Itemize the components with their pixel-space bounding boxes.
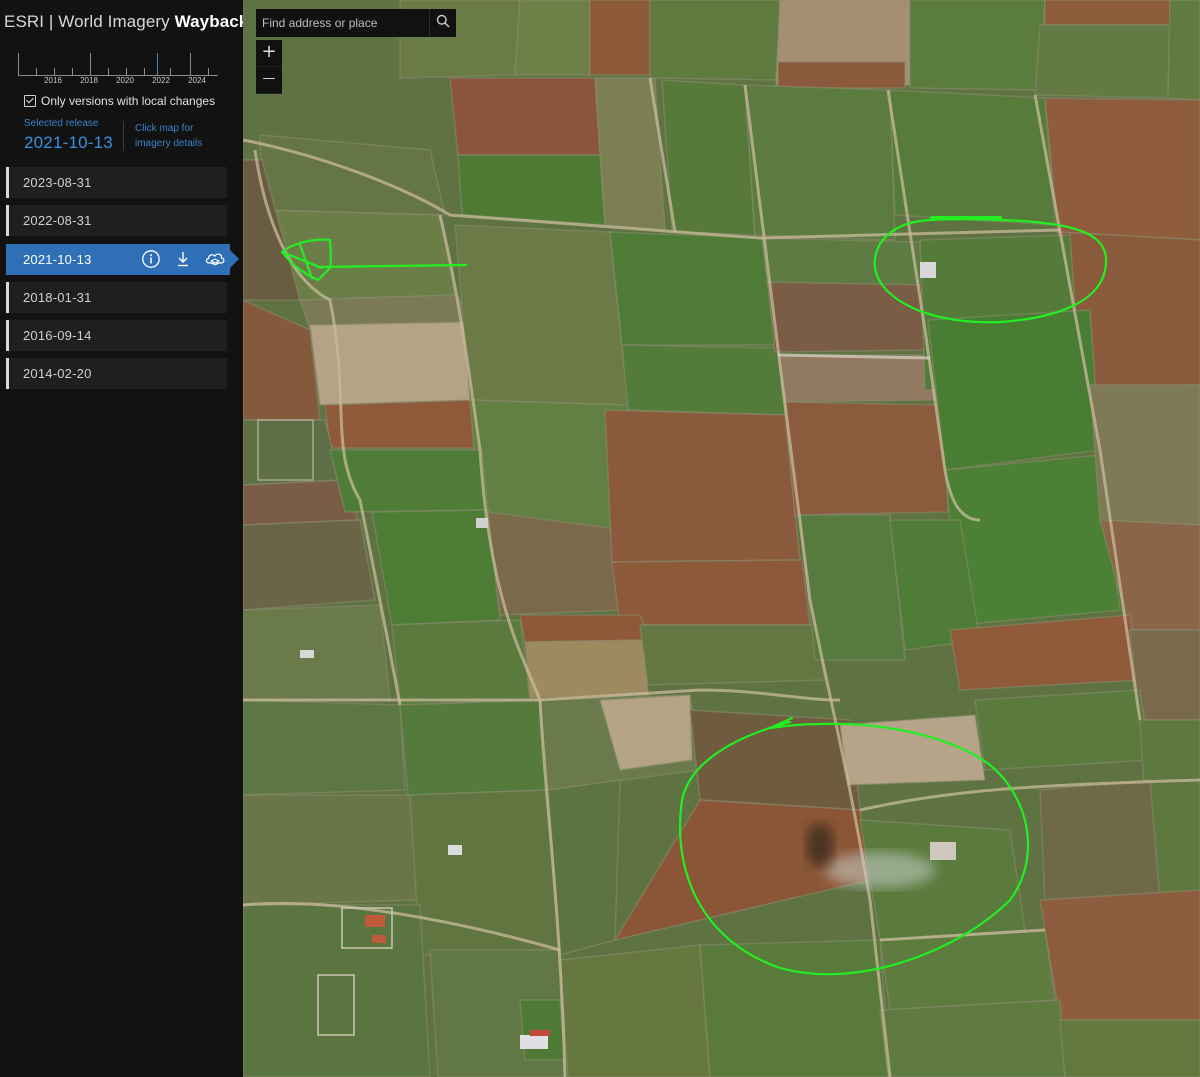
timeline-current-marker[interactable]: [157, 53, 158, 75]
release-timeline[interactable]: 2016 2018 2020 2022 2024: [18, 46, 220, 86]
search-button[interactable]: [429, 9, 456, 37]
divider: [123, 121, 124, 151]
info-icon[interactable]: [140, 248, 162, 270]
release-date: 2023-08-31: [23, 175, 92, 190]
timeline-tick: [126, 68, 127, 75]
timeline-tick: [90, 53, 91, 75]
release-date: 2021-10-13: [23, 251, 92, 267]
app-title-strong: Wayback: [174, 12, 249, 31]
imagery-details-hint: Click map for imagery details: [135, 123, 203, 149]
local-changes-filter[interactable]: Only versions with local changes: [24, 94, 215, 108]
timeline-year-label: 2022: [152, 76, 170, 85]
satellite-map[interactable]: + —: [243, 0, 1200, 1077]
timeline-tick: [170, 68, 171, 75]
local-changes-label: Only versions with local changes: [41, 94, 216, 108]
timeline-year-label: 2024: [188, 76, 206, 85]
release-item[interactable]: 2014-02-20: [6, 358, 227, 390]
zoom-controls: + —: [256, 40, 282, 94]
download-icon[interactable]: [172, 248, 194, 270]
release-list: 2023-08-31 2022-08-31 2021-10-13 2018-01…: [6, 167, 240, 397]
release-item[interactable]: 2023-08-31: [6, 167, 227, 198]
selected-release-date: 2021-10-13: [24, 133, 113, 152]
zoom-in-button[interactable]: +: [256, 40, 282, 67]
timeline-year-label: 2018: [80, 76, 98, 85]
zoom-out-button[interactable]: —: [256, 67, 282, 94]
sidebar: ESRI | World Imagery Wayback 2016 2018 2…: [0, 0, 248, 1077]
release-actions: [140, 248, 226, 270]
search-box: [256, 9, 456, 37]
local-changes-checkbox[interactable]: [24, 95, 36, 107]
release-item[interactable]: 2018-01-31: [6, 281, 227, 313]
release-item[interactable]: 2022-08-31: [6, 205, 227, 237]
cloud-layers-icon[interactable]: [204, 248, 226, 270]
timeline-tick: [72, 68, 73, 75]
timeline-tick: [190, 53, 191, 75]
timeline-year-label: 2016: [44, 76, 62, 85]
timeline-tick: [54, 68, 55, 75]
timeline-tick: [208, 68, 209, 75]
release-date: 2016-09-14: [23, 328, 92, 344]
release-item[interactable]: 2016-09-14: [6, 320, 227, 352]
search-icon: [436, 14, 450, 33]
app-title: ESRI | World Imagery Wayback: [4, 12, 248, 32]
timeline-tick: [144, 68, 145, 75]
timeline-year-label: 2020: [116, 76, 134, 85]
selected-release: Selected release 2021-10-13: [24, 118, 113, 153]
release-date: 2018-01-31: [23, 289, 92, 305]
timeline-tick: [108, 68, 109, 75]
app-title-prefix: ESRI | World Imagery: [4, 12, 175, 31]
field-parcels: [243, 0, 1200, 1077]
timeline-tick: [36, 68, 37, 75]
timeline-tick: [18, 53, 19, 75]
selected-release-caption: Selected release: [24, 118, 99, 129]
release-date: 2014-02-20: [23, 366, 92, 382]
search-input[interactable]: [256, 9, 429, 37]
satellite-imagery[interactable]: [243, 0, 1200, 1077]
release-date: 2022-08-31: [23, 213, 92, 229]
release-item-active[interactable]: 2021-10-13: [6, 243, 239, 275]
